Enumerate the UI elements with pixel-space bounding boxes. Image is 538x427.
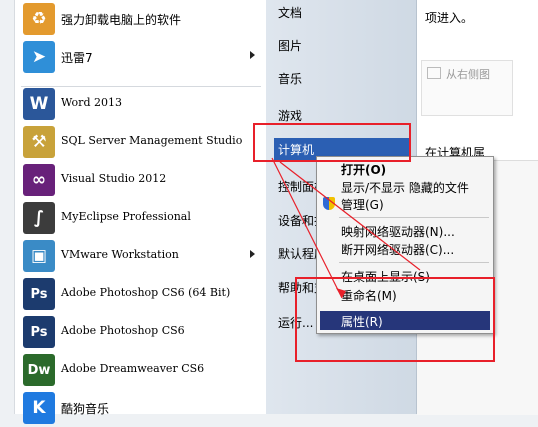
annotation-arrows	[271, 157, 421, 299]
